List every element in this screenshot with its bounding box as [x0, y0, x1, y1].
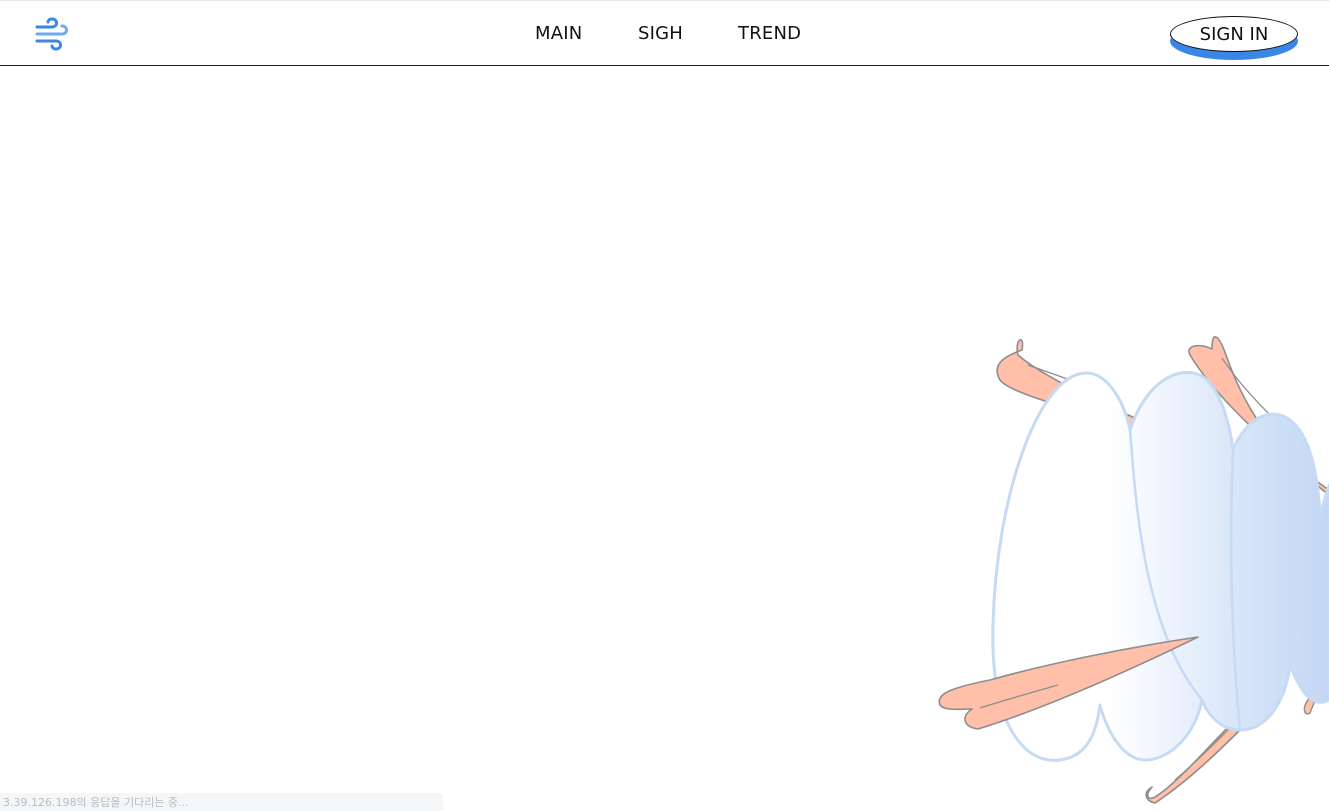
winged-cloud-illustration — [930, 325, 1329, 811]
page: MAIN SIGH TREND SIGN IN 3.39.126.198의 응답… — [0, 0, 1329, 811]
browser-status-bar: 3.39.126.198의 응답을 기다리는 중... — [0, 793, 443, 811]
winged-cloud-svg — [938, 336, 1329, 804]
nav-item-main[interactable]: MAIN — [535, 23, 582, 44]
top-navigation-bar: MAIN SIGH TREND SIGN IN — [0, 0, 1329, 66]
sign-in-button[interactable]: SIGN IN — [1170, 16, 1298, 52]
sign-in-button-wrapper: SIGN IN — [1170, 16, 1300, 62]
nav-item-sigh[interactable]: SIGH — [638, 23, 683, 44]
main-nav: MAIN SIGH TREND — [0, 1, 1329, 66]
nav-item-trend[interactable]: TREND — [738, 23, 801, 44]
